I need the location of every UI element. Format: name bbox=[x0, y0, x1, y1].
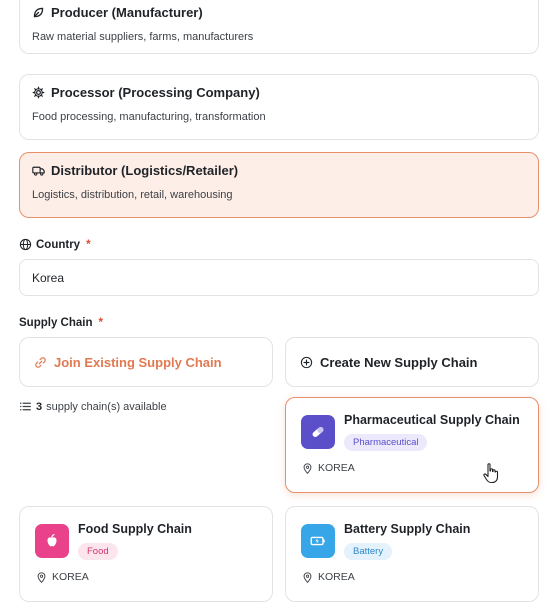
create-new-chain-button[interactable]: Create New Supply Chain bbox=[285, 337, 539, 387]
chain-tag: Pharmaceutical bbox=[344, 434, 428, 451]
chain-card-food[interactable]: Food Supply Chain Food KOREA bbox=[19, 506, 273, 602]
chain-location: KOREA bbox=[302, 462, 355, 474]
pill-icon bbox=[301, 415, 335, 449]
link-icon bbox=[34, 356, 47, 369]
location-pin-icon bbox=[302, 571, 313, 583]
chain-tag: Food bbox=[78, 543, 118, 560]
chain-name: Food Supply Chain bbox=[78, 522, 192, 536]
chain-location: KOREA bbox=[36, 571, 89, 583]
role-description: Raw material suppliers, farms, manufactu… bbox=[32, 31, 254, 43]
role-card-distributor[interactable]: Distributor (Logistics/Retailer) Logisti… bbox=[19, 152, 539, 218]
role-title: Distributor (Logistics/Retailer) bbox=[51, 163, 239, 178]
join-existing-chain-button[interactable]: Join Existing Supply Chain bbox=[19, 337, 273, 387]
list-icon bbox=[19, 400, 32, 413]
role-description: Food processing, manufacturing, transfor… bbox=[32, 111, 266, 123]
required-mark: * bbox=[98, 317, 103, 329]
required-mark: * bbox=[86, 238, 91, 251]
location-pin-icon bbox=[36, 571, 47, 583]
country-input[interactable] bbox=[19, 259, 539, 296]
chain-name: Pharmaceutical Supply Chain bbox=[344, 413, 520, 427]
truck-icon bbox=[32, 164, 45, 177]
role-card-producer[interactable]: Producer (Manufacturer) Raw material sup… bbox=[19, 0, 539, 54]
leaf-icon bbox=[32, 6, 45, 19]
location-pin-icon bbox=[302, 462, 313, 474]
apple-icon bbox=[35, 524, 69, 558]
chain-name: Battery Supply Chain bbox=[344, 522, 471, 536]
gear-icon bbox=[32, 86, 45, 99]
chain-location: KOREA bbox=[302, 571, 355, 583]
chain-tag: Battery bbox=[344, 543, 393, 560]
supply-chain-label: Supply Chain * bbox=[19, 317, 103, 329]
available-chains-count: 3 supply chain(s) available bbox=[19, 400, 167, 413]
chain-card-battery[interactable]: Battery Supply Chain Battery KOREA bbox=[285, 506, 539, 602]
chain-card-pharmaceutical[interactable]: Pharmaceutical Supply Chain Pharmaceutic… bbox=[285, 397, 539, 493]
role-title: Producer (Manufacturer) bbox=[51, 5, 203, 20]
globe-icon bbox=[19, 238, 32, 251]
hand-cursor-icon bbox=[482, 462, 500, 484]
role-card-processor[interactable]: Processor (Processing Company) Food proc… bbox=[19, 74, 539, 140]
battery-icon bbox=[301, 524, 335, 558]
role-description: Logistics, distribution, retail, warehou… bbox=[32, 189, 233, 201]
plus-circle-icon bbox=[300, 356, 313, 369]
role-title: Processor (Processing Company) bbox=[51, 85, 260, 100]
country-label: Country * bbox=[19, 238, 91, 251]
